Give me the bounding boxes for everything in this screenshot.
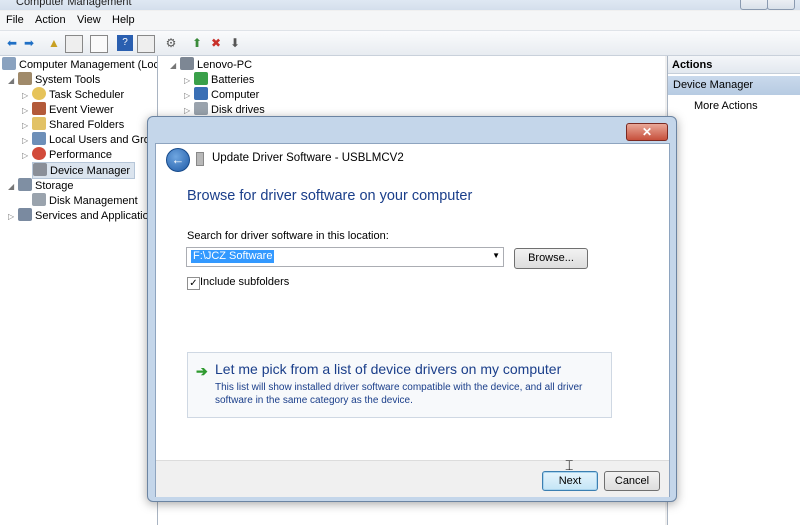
update-driver-icon[interactable]: ⬆: [189, 35, 205, 51]
tree-item-shared-folders[interactable]: ▷ Shared Folders: [22, 117, 124, 132]
console-tree: Computer Management (Local ◢ System Tools…: [0, 56, 158, 525]
mouse-cursor-icon: ⌶: [565, 457, 574, 473]
collapse-arrow-icon[interactable]: ◢: [8, 179, 18, 194]
search-location-label: Search for driver software in this locat…: [187, 230, 389, 242]
expand-arrow-icon[interactable]: ▷: [8, 209, 18, 224]
pc-icon: [180, 57, 194, 70]
tree-item-storage[interactable]: ◢ Storage: [8, 178, 74, 193]
driver-path-value[interactable]: F:\JCZ Software: [191, 250, 275, 263]
actions-pane: Actions Device Manager More Actions: [667, 56, 800, 525]
show-hide-action-pane-icon[interactable]: [137, 35, 155, 53]
expand-arrow-icon[interactable]: ▷: [22, 88, 32, 103]
help-icon[interactable]: ?: [117, 35, 133, 51]
window-title: Computer Management: [16, 0, 132, 8]
expand-arrow-icon[interactable]: ▷: [22, 103, 32, 118]
show-hide-tree-icon[interactable]: [65, 35, 83, 53]
pick-from-list-option[interactable]: ➔ Let me pick from a list of device driv…: [187, 352, 612, 418]
tree-item-performance[interactable]: ▷ Performance: [22, 147, 112, 162]
disable-device-icon[interactable]: ⬇: [227, 35, 243, 51]
pick-option-description: This list will show installed driver sof…: [215, 382, 583, 406]
battery-icon: [194, 72, 208, 85]
expand-arrow-icon[interactable]: ▷: [184, 88, 194, 103]
menu-action[interactable]: Action: [35, 14, 66, 26]
device-category-disk-drives[interactable]: ▷ Disk drives: [184, 102, 265, 117]
up-folder-icon[interactable]: ▲: [46, 35, 62, 51]
forward-arrow-icon[interactable]: ➡: [21, 35, 37, 51]
back-button[interactable]: ←: [166, 148, 190, 172]
close-icon: ✕: [641, 125, 653, 139]
more-actions-link[interactable]: More Actions: [694, 100, 758, 112]
properties-icon[interactable]: [90, 35, 108, 53]
browse-button[interactable]: Browse...: [514, 248, 588, 269]
expand-arrow-icon[interactable]: ▷: [22, 118, 32, 133]
include-subfolders-checkbox[interactable]: ✓: [187, 277, 200, 290]
event-viewer-icon: [32, 102, 46, 115]
performance-icon: [32, 147, 46, 160]
menu-help[interactable]: Help: [112, 14, 135, 26]
dialog-heading: Browse for driver software on your compu…: [187, 188, 473, 204]
green-arrow-icon: ➔: [196, 363, 208, 379]
tree-item-task-scheduler[interactable]: ▷ Task Scheduler: [22, 87, 124, 102]
collapse-arrow-icon[interactable]: ◢: [170, 58, 180, 73]
device-root-lenovo-pc[interactable]: ◢ Lenovo-PC: [170, 57, 252, 72]
minimize-button[interactable]: [740, 0, 768, 10]
tree-item-device-manager[interactable]: Device Manager: [32, 162, 136, 179]
close-button[interactable]: ✕: [626, 123, 668, 141]
update-driver-dialog: ✕ ← Update Driver Software - USBLMCV2 Br…: [147, 116, 677, 502]
usb-device-icon: [196, 152, 204, 166]
dialog-title: Update Driver Software - USBLMCV2: [212, 152, 404, 164]
next-button[interactable]: Next: [542, 471, 598, 491]
tree-item-services-applications[interactable]: ▷ Services and Applications: [8, 208, 157, 224]
actions-header: Actions: [668, 56, 800, 74]
disk-icon: [32, 193, 46, 206]
cancel-button[interactable]: Cancel: [604, 471, 660, 491]
menu-view[interactable]: View: [77, 14, 101, 26]
dialog-content: ← Update Driver Software - USBLMCV2 Brow…: [155, 143, 670, 497]
window-title-bar: Computer Management: [0, 0, 800, 10]
collapse-arrow-icon[interactable]: ◢: [8, 73, 18, 88]
storage-icon: [18, 178, 32, 191]
back-arrow-icon[interactable]: ⬅: [4, 35, 20, 51]
device-manager-icon: [33, 163, 47, 176]
driver-path-combobox[interactable]: F:\JCZ Software ▼: [186, 247, 504, 267]
computer-management-icon: [2, 57, 16, 70]
disk-drive-icon: [194, 102, 208, 115]
pick-option-title[interactable]: Let me pick from a list of device driver…: [215, 361, 561, 377]
scan-hardware-icon[interactable]: ⚙: [163, 35, 179, 51]
device-category-computer[interactable]: ▷ Computer: [184, 87, 259, 102]
tree-item-system-tools[interactable]: ◢ System Tools: [8, 72, 100, 87]
dialog-footer: Next Cancel: [156, 460, 669, 497]
system-tools-icon: [18, 72, 32, 85]
computer-icon: [194, 87, 208, 100]
maximize-button[interactable]: [767, 0, 795, 10]
include-subfolders-label[interactable]: Include subfolders: [200, 276, 289, 288]
expand-arrow-icon[interactable]: ▷: [22, 133, 32, 148]
toolbar: ⬅ ➡ ▲ ? ⚙ ⬆ ✖ ⬇: [0, 31, 800, 56]
clock-icon: [32, 87, 46, 100]
tree-item-event-viewer[interactable]: ▷ Event Viewer: [22, 102, 114, 117]
users-icon: [32, 132, 46, 145]
dropdown-arrow-icon[interactable]: ▼: [492, 251, 500, 260]
menu-file[interactable]: File: [6, 14, 24, 26]
services-icon: [18, 208, 32, 221]
expand-arrow-icon[interactable]: ▷: [22, 148, 32, 163]
back-arrow-icon: ←: [171, 152, 185, 167]
actions-section-device-manager[interactable]: Device Manager: [668, 76, 800, 95]
menu-bar: File Action View Help: [0, 11, 800, 31]
shared-folder-icon: [32, 117, 46, 130]
device-category-batteries[interactable]: ▷ Batteries: [184, 72, 254, 87]
tree-item-disk-management[interactable]: Disk Management: [32, 193, 138, 208]
expand-arrow-icon[interactable]: ▷: [184, 73, 194, 88]
tree-item-computer-management[interactable]: Computer Management (Local: [2, 57, 157, 72]
tree-item-local-users[interactable]: ▷ Local Users and Group: [22, 132, 157, 148]
uninstall-icon[interactable]: ✖: [208, 35, 224, 51]
